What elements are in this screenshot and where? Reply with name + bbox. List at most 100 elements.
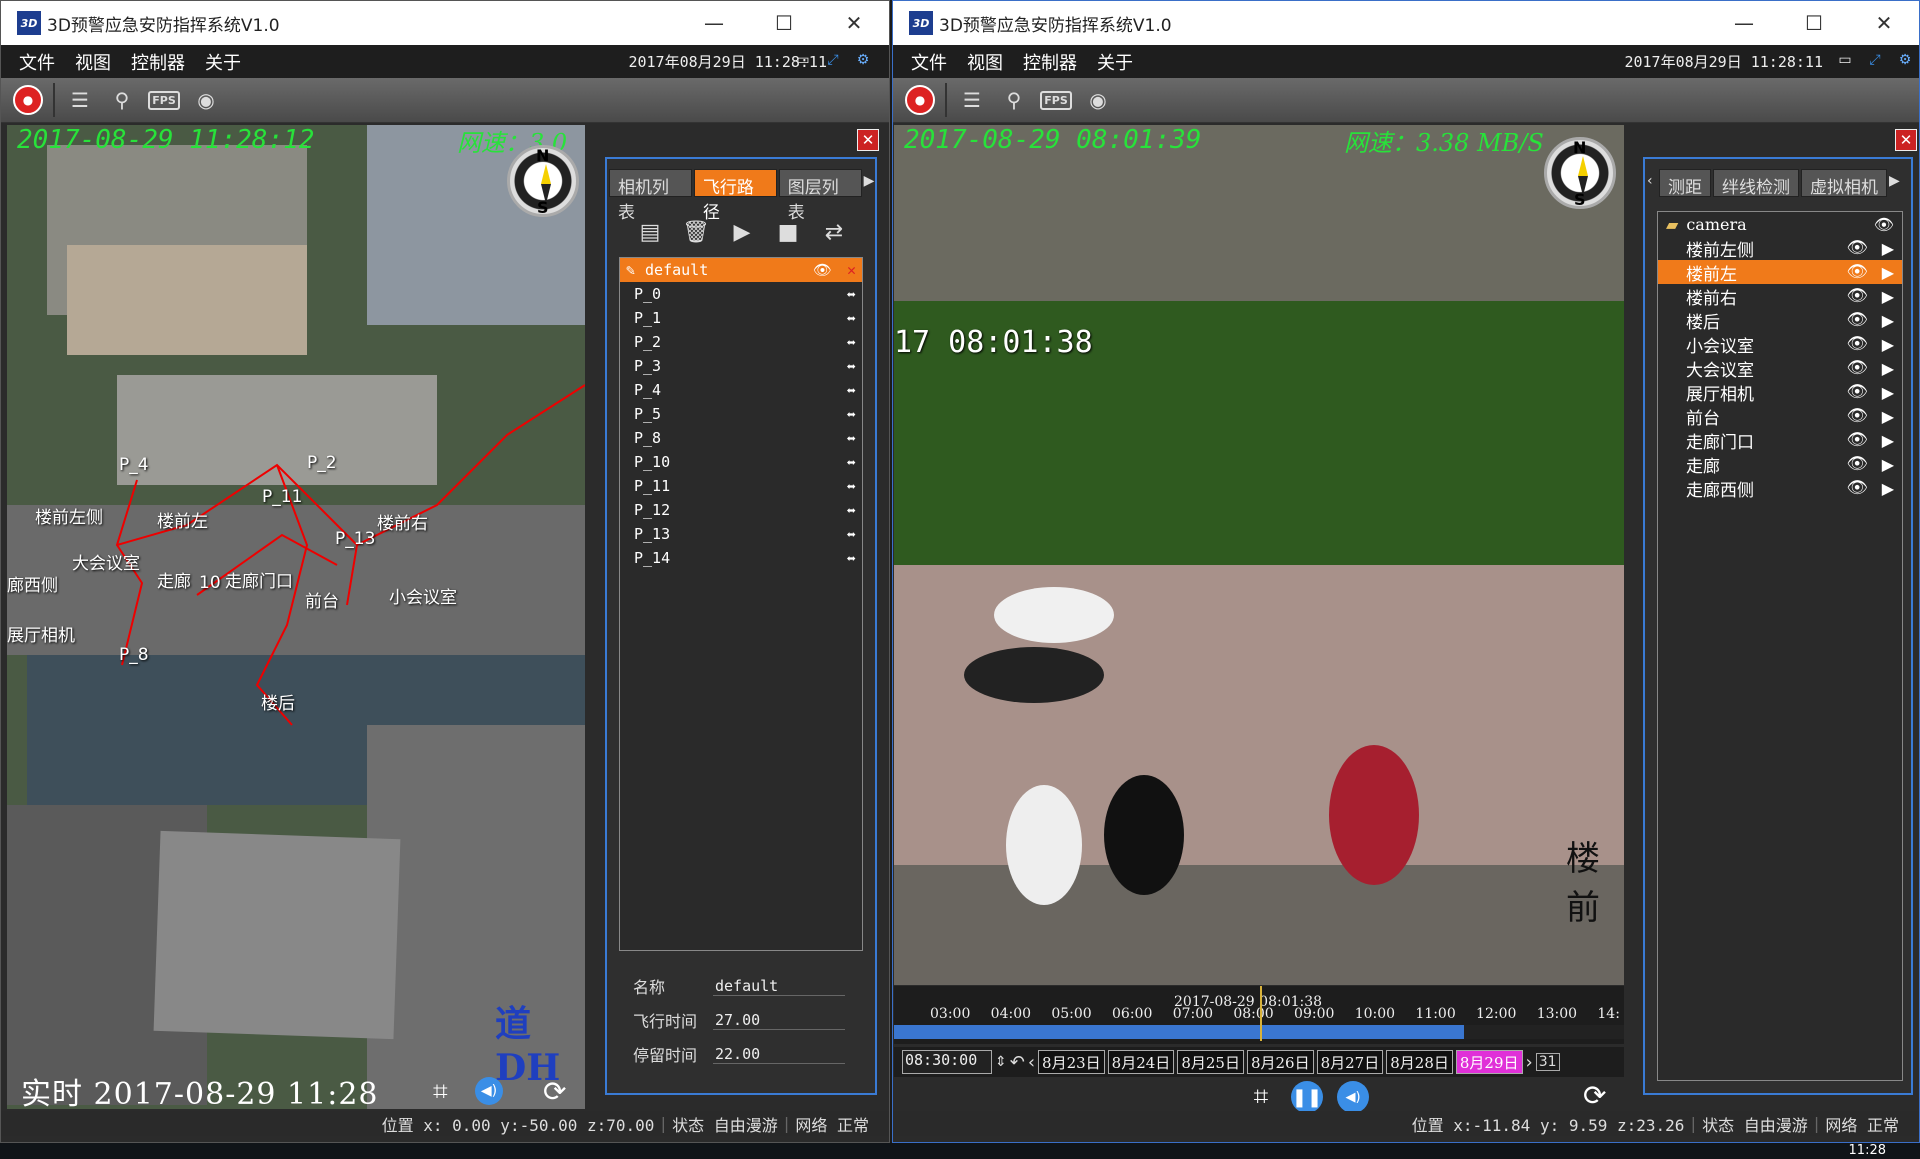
prop-stay-time-field[interactable]: 22.00 bbox=[713, 1045, 845, 1064]
move-icon[interactable]: ⬌ bbox=[846, 525, 856, 544]
camera-list-item[interactable]: 大会议室 👁 ▶ bbox=[1658, 356, 1902, 381]
play-icon[interactable]: ▶ bbox=[1882, 311, 1894, 330]
tab-flight-path[interactable]: 飞行路径 bbox=[693, 169, 777, 223]
visibility-eye-icon[interactable]: 👁 bbox=[1846, 382, 1868, 402]
fps-button[interactable]: FPS bbox=[147, 83, 181, 117]
move-icon[interactable]: ⬌ bbox=[846, 477, 856, 496]
camera-label[interactable]: 小会议室 bbox=[389, 583, 457, 608]
network-button[interactable]: ◉ bbox=[189, 83, 223, 117]
loop-icon[interactable]: ⇄ bbox=[819, 217, 849, 247]
time-input[interactable]: 08:30:00 bbox=[902, 1050, 992, 1074]
camera-label[interactable]: 楼前左侧 bbox=[35, 503, 103, 528]
camera-list-item[interactable]: 楼前左侧 👁 ▶ bbox=[1658, 236, 1902, 261]
camera-label[interactable]: 楼后 bbox=[261, 689, 295, 714]
move-icon[interactable]: ⬌ bbox=[846, 357, 856, 376]
play-icon[interactable]: ▶ bbox=[1882, 359, 1894, 378]
panel-close-button[interactable]: ✕ bbox=[1895, 129, 1917, 151]
camera-label[interactable]: 大会议室 bbox=[72, 549, 140, 574]
tab-virtual-camera[interactable]: 虚拟相机 bbox=[1801, 169, 1887, 198]
locate-button[interactable]: ⚲ bbox=[997, 83, 1031, 117]
play-icon[interactable]: ▶ bbox=[1882, 383, 1894, 402]
play-icon[interactable]: ▶ bbox=[1882, 335, 1894, 354]
compass-icon[interactable]: N S bbox=[507, 145, 579, 217]
menu-about[interactable]: 关于 bbox=[1097, 49, 1133, 75]
maximize-button[interactable]: ☐ bbox=[1779, 1, 1849, 45]
play-icon[interactable]: ▶ bbox=[1882, 287, 1894, 306]
date-button[interactable]: 8月26日 bbox=[1246, 1050, 1314, 1074]
camera-label[interactable]: 走廊 bbox=[157, 567, 191, 592]
camera-list-item[interactable]: 楼前右 👁 ▶ bbox=[1658, 284, 1902, 309]
delete-x-icon[interactable]: ✕ bbox=[847, 261, 856, 279]
refresh-icon[interactable]: ⟳ bbox=[1583, 1079, 1606, 1112]
locate-button[interactable]: ⚲ bbox=[105, 83, 139, 117]
settings-gear-icon[interactable]: ⚙ bbox=[1895, 51, 1915, 69]
date-button[interactable]: 8月23日 bbox=[1038, 1050, 1105, 1074]
visibility-eye-icon[interactable]: 👁 bbox=[1846, 238, 1868, 258]
visibility-eye-icon[interactable]: 👁 bbox=[1846, 406, 1868, 426]
timeline-cursor[interactable] bbox=[1260, 986, 1262, 1041]
camera-label[interactable]: 展厅相机 bbox=[7, 621, 75, 646]
path-point-row[interactable]: P_0 ⬌ bbox=[620, 282, 862, 306]
menu-view[interactable]: 视图 bbox=[75, 49, 111, 75]
layers-button[interactable]: ☰ bbox=[63, 83, 97, 117]
camera-list-item[interactable]: 走廊西侧 👁 ▶ bbox=[1658, 476, 1902, 501]
video-playback-view[interactable]: 17 08:01:38 楼前 2017-08-29 08:01:39 网速：3.… bbox=[894, 125, 1624, 985]
visibility-eye-icon[interactable]: 👁 bbox=[1846, 286, 1868, 306]
move-icon[interactable]: ⬌ bbox=[846, 285, 856, 304]
tab-layer-list[interactable]: 图层列表 bbox=[778, 169, 862, 223]
move-icon[interactable]: ⬌ bbox=[846, 333, 856, 352]
menu-file[interactable]: 文件 bbox=[19, 49, 55, 75]
visibility-eye-icon[interactable]: 👁 bbox=[1846, 334, 1868, 354]
play-icon[interactable]: ▶ bbox=[1882, 479, 1894, 498]
menu-file[interactable]: 文件 bbox=[911, 49, 947, 75]
menu-controller[interactable]: 控制器 bbox=[131, 49, 185, 75]
delete-icon[interactable]: 🗑 bbox=[681, 217, 711, 247]
window-icon[interactable]: ▭ bbox=[1835, 51, 1855, 69]
move-icon[interactable]: ⬌ bbox=[846, 549, 856, 568]
fullscreen-icon[interactable]: ⤢ bbox=[823, 51, 843, 69]
path-point-row[interactable]: P_3 ⬌ bbox=[620, 354, 862, 378]
move-icon[interactable]: ⬌ bbox=[846, 381, 856, 400]
path-point-label[interactable]: 10 bbox=[199, 573, 221, 593]
fps-button[interactable]: FPS bbox=[1039, 83, 1073, 117]
camera-list-item[interactable]: 展厅相机 👁 ▶ bbox=[1658, 380, 1902, 405]
time-spinner-icon[interactable]: ⇕ bbox=[995, 1054, 1007, 1070]
window-icon[interactable]: ▭ bbox=[793, 51, 813, 69]
date-button[interactable]: 8月24日 bbox=[1107, 1050, 1175, 1074]
crop-icon[interactable]: ⌗ bbox=[1245, 1081, 1277, 1113]
close-button[interactable]: ✕ bbox=[819, 1, 889, 45]
path-point-row[interactable]: P_10 ⬌ bbox=[620, 450, 862, 474]
menu-controller[interactable]: 控制器 bbox=[1023, 49, 1077, 75]
visibility-eye-icon[interactable]: 👁 bbox=[1846, 430, 1868, 450]
stop-icon[interactable]: ■ bbox=[773, 217, 803, 247]
refresh-icon[interactable]: ⟳ bbox=[543, 1075, 566, 1108]
visibility-eye-icon[interactable]: 👁 bbox=[1874, 215, 1894, 234]
visibility-eye-icon[interactable]: 👁 bbox=[813, 261, 832, 279]
play-icon[interactable]: ▶ bbox=[1882, 455, 1894, 474]
record-button[interactable]: ● bbox=[11, 83, 45, 117]
move-icon[interactable]: ⬌ bbox=[846, 405, 856, 424]
path-point-row[interactable]: P_14 ⬌ bbox=[620, 546, 862, 570]
path-point-row[interactable]: P_4 ⬌ bbox=[620, 378, 862, 402]
play-icon[interactable]: ▶ bbox=[1882, 239, 1894, 258]
date-button[interactable]: 8月27日 bbox=[1316, 1050, 1384, 1074]
volume-icon[interactable]: ◀) bbox=[1337, 1081, 1369, 1113]
camera-label[interactable]: 走廊门口 bbox=[225, 567, 293, 592]
calendar-icon[interactable]: 31 bbox=[1535, 1053, 1560, 1071]
play-icon[interactable]: ▶ bbox=[1882, 407, 1894, 426]
next-date-icon[interactable]: › bbox=[1526, 1052, 1533, 1073]
layers-button[interactable]: ☰ bbox=[955, 83, 989, 117]
minimize-button[interactable]: — bbox=[1709, 1, 1779, 45]
camera-label[interactable]: 廊西侧 bbox=[7, 571, 58, 596]
move-icon[interactable]: ⬌ bbox=[846, 309, 856, 328]
pause-icon[interactable]: ❚❚ bbox=[1291, 1081, 1323, 1113]
close-button[interactable]: ✕ bbox=[1849, 1, 1919, 45]
prev-date-icon[interactable]: ‹ bbox=[1028, 1052, 1035, 1073]
menu-about[interactable]: 关于 bbox=[205, 49, 241, 75]
title-bar[interactable]: 3D 3D预警应急安防指挥系统V1.0 — ☐ ✕ bbox=[1, 1, 889, 45]
move-icon[interactable]: ⬌ bbox=[846, 453, 856, 472]
visibility-eye-icon[interactable]: 👁 bbox=[1846, 262, 1868, 282]
path-point-row[interactable]: P_2 ⬌ bbox=[620, 330, 862, 354]
play-icon[interactable]: ▶ bbox=[1882, 263, 1894, 282]
path-point-label[interactable]: P_2 bbox=[307, 453, 337, 473]
